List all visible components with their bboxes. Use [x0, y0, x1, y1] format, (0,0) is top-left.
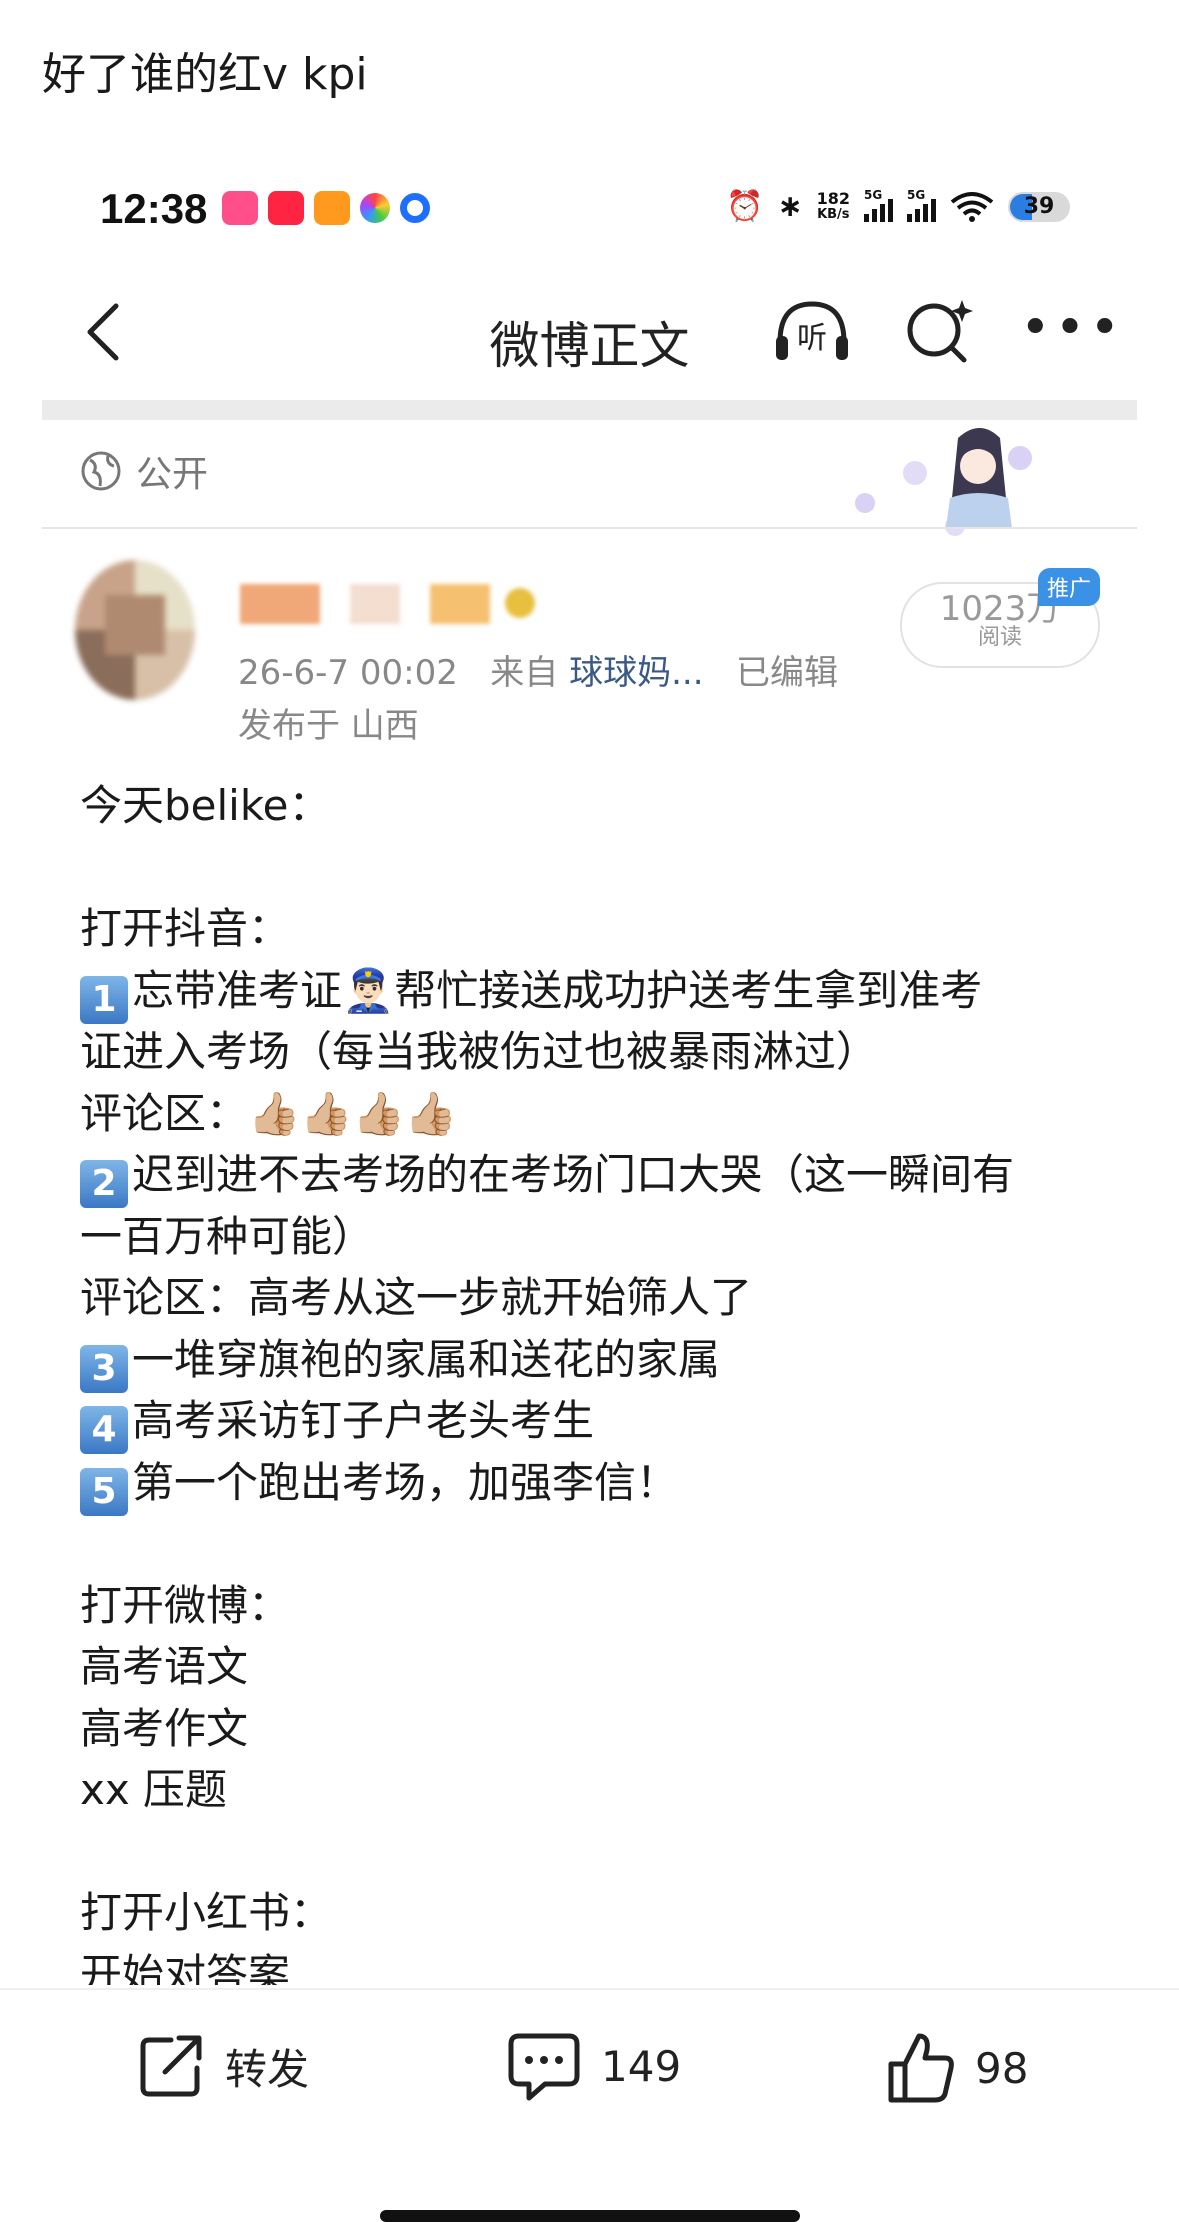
app-icon: [314, 191, 350, 225]
post-line: 打开抖音：: [80, 898, 1120, 960]
post-line-text: 今天belike：: [80, 781, 331, 830]
action-bar: 转发 149 98: [0, 1988, 1179, 2140]
alarm-icon: ⏰: [726, 189, 764, 224]
post-line: [80, 1513, 1120, 1575]
post-line-text: 一堆穿旗袍的家属和送花的家属: [132, 1334, 721, 1384]
listen-label: 听: [797, 321, 827, 356]
share-out-icon: [140, 2035, 202, 2097]
visibility-indicator: 公开: [80, 445, 208, 497]
notification-app-icons: [222, 191, 430, 225]
repost-label: 转发: [225, 2044, 310, 2094]
post-line: 3 一堆穿旗袍的家属和送花的家属: [80, 1329, 1120, 1393]
post-line: 5 第一个跑出考场，加强李信！: [80, 1452, 1120, 1516]
status-bar: 12:38 ⏰ ∗ 182 KB/s 5G 5G 39: [100, 185, 1080, 240]
post-body: 今天belike： 打开抖音： 1 忘带准考证👮🏻‍♂️帮忙接送成功护送考生拿到准考证…: [80, 775, 1120, 1985]
like-button[interactable]: 98: [885, 2030, 1028, 2106]
post-line: 打开微博：: [80, 1575, 1120, 1637]
post-line: 评论区：👍🏼👍🏼👍🏼👍🏼: [80, 1083, 1120, 1145]
post-line: 证进入考场（每当我被伤过也被暴雨淋过）: [80, 1021, 1120, 1083]
comment-count: 149: [601, 2041, 682, 2091]
post-line-text: 评论区：👍🏼👍🏼👍🏼👍🏼: [80, 1088, 458, 1138]
avatar[interactable]: [75, 560, 195, 700]
system-status: ⏰ ∗ 182 KB/s 5G 5G 39: [726, 188, 1070, 224]
app-icon: [222, 191, 258, 225]
nav-bar: 微博正文 听 •••: [42, 280, 1137, 390]
keycap-number-icon: 5: [80, 1467, 128, 1516]
headphones-icon[interactable]: 听: [772, 298, 852, 364]
thumbs-up-icon: [888, 2033, 954, 2103]
post-line-text: xx 压题: [80, 1765, 228, 1814]
post-source-link[interactable]: 球球妈...: [569, 653, 703, 693]
repost-button[interactable]: 转发: [135, 2030, 309, 2102]
post-line: 高考语文: [80, 1636, 1120, 1698]
section-separator: [42, 400, 1137, 420]
post-line-text: 打开小红书：: [80, 1888, 333, 1937]
wifi-icon: [950, 191, 994, 222]
comment-button[interactable]: 149: [505, 2030, 681, 2102]
post-line-text: 证进入考场（每当我被伤过也被暴雨淋过）: [80, 1027, 879, 1076]
decorative-character-sticker: [855, 428, 1032, 536]
network-speed: 182 KB/s: [816, 188, 850, 222]
app-icon: [400, 193, 430, 223]
more-dots-icon[interactable]: •••: [1020, 302, 1124, 354]
post-line-text: 高考采访钉子户老头考生: [132, 1396, 595, 1445]
post-time: 26-6-7 00:02: [238, 653, 458, 693]
like-count: 98: [975, 2043, 1029, 2093]
post-line: 一百万种可能）: [80, 1206, 1120, 1268]
post-line-text: 迟到进不去考场的在考场门口大哭（这一瞬间有: [132, 1150, 1015, 1199]
post-line: 4 高考采访钉子户老头考生: [80, 1390, 1120, 1454]
author-name-redacted[interactable]: [240, 580, 550, 624]
search-sparkle-icon[interactable]: [904, 296, 974, 366]
battery-indicator: 39: [1008, 191, 1070, 222]
from-label: 来自: [490, 653, 559, 693]
post-line-text: 打开微博：: [80, 1580, 291, 1630]
keycap-number-icon: 3: [80, 1344, 128, 1393]
post-line-text: 高考作文: [80, 1703, 249, 1753]
post-caption: 好了谁的红v kpi: [42, 49, 368, 100]
app-icon: [360, 193, 390, 223]
promo-badge: 推广: [1038, 568, 1101, 606]
comment-bubble-icon: [508, 2033, 580, 2101]
post-line: 开始对答案: [80, 1944, 1120, 1986]
globe-icon: [81, 451, 121, 491]
post-line-text: 一百万种可能）: [80, 1211, 375, 1261]
post-line-text: 评论区：高考从这一步就开始筛人了: [80, 1273, 753, 1322]
signal-5g-icon: 5G: [907, 188, 936, 222]
xiaohongshu-icon: [268, 191, 304, 225]
keycap-number-icon: 2: [80, 1160, 128, 1208]
post-line: 2 迟到进不去考场的在考场门口大哭（这一瞬间有: [80, 1144, 1120, 1208]
post-line-text: 打开抖音：: [80, 904, 291, 953]
views-label: 阅读: [977, 625, 1022, 650]
post-line: [80, 837, 1120, 899]
edited-label: 已编辑: [735, 653, 838, 693]
signal-5g-icon: 5G: [864, 188, 893, 222]
post-meta: 26-6-7 00:02 来自 球球妈... 已编辑: [238, 645, 838, 694]
post-line-text: 开始对答案: [80, 1949, 291, 1986]
post-line: 高考作文: [80, 1698, 1120, 1760]
status-time: 12:38: [100, 185, 208, 232]
divider: [42, 527, 1137, 529]
post-line: 今天belike：: [80, 775, 1120, 837]
home-indicator: [380, 2210, 800, 2222]
post-line: [80, 1821, 1120, 1883]
post-line-text: 第一个跑出考场，加强李信！: [132, 1457, 679, 1507]
visibility-label: 公开: [136, 454, 209, 495]
post-line: xx 压题: [80, 1759, 1120, 1821]
keycap-number-icon: 4: [80, 1406, 128, 1454]
post-line: 评论区：高考从这一步就开始筛人了: [80, 1267, 1120, 1329]
post-location: 发布于 山西: [238, 706, 419, 746]
keycap-number-icon: 1: [80, 975, 128, 1024]
post-line: 1 忘带准考证👮🏻‍♂️帮忙接送成功护送考生拿到准考: [80, 960, 1120, 1024]
post-line-text: 忘带准考证👮🏻‍♂️帮忙接送成功护送考生拿到准考: [132, 965, 983, 1015]
post-line: 打开小红书：: [80, 1882, 1120, 1944]
bluetooth-icon: ∗: [777, 189, 803, 224]
post-line-text: 高考语文: [80, 1642, 249, 1691]
